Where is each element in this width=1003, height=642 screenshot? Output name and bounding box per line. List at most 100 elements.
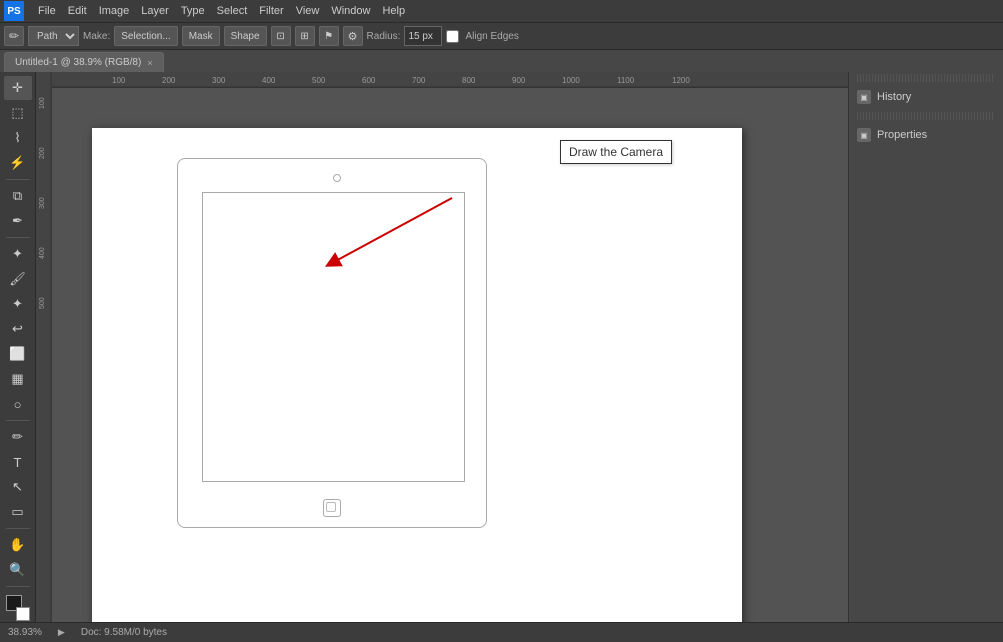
svg-text:200: 200 <box>162 76 176 85</box>
tablet-home-button <box>323 499 341 517</box>
menu-window[interactable]: Window <box>325 3 376 19</box>
status-arrow-btn[interactable]: ▶ <box>58 627 65 638</box>
tool-icon: ✏ <box>4 26 24 46</box>
clone-stamp-tool-btn[interactable]: ✦ <box>4 292 32 316</box>
quick-select-tool-btn[interactable]: ⚡ <box>4 151 32 175</box>
rectangle-shape-tool-btn[interactable]: ▭ <box>4 500 32 524</box>
tool-separator-2 <box>6 237 30 238</box>
options-bar: ✏ Path Make: Selection... Mask Shape ⊡ ⊞… <box>0 22 1003 50</box>
tab-bar: Untitled-1 @ 38.9% (RGB/8) × <box>0 50 1003 72</box>
tool-separator-3 <box>6 420 30 421</box>
right-panel: ▣ History ▣ Properties <box>848 72 1003 622</box>
svg-text:200: 200 <box>39 147 46 159</box>
radius-label: Radius: <box>367 31 401 42</box>
svg-text:300: 300 <box>212 76 226 85</box>
svg-text:600: 600 <box>362 76 376 85</box>
properties-label: Properties <box>877 129 927 141</box>
panel-drag-properties <box>857 112 995 120</box>
document-tab[interactable]: Untitled-1 @ 38.9% (RGB/8) × <box>4 52 164 72</box>
tablet-home-inner <box>326 502 336 512</box>
gear-icon[interactable]: ⚙ <box>343 26 363 46</box>
eyedropper-tool-btn[interactable]: ✒ <box>4 209 32 233</box>
lasso-tool-btn[interactable]: ⌇ <box>4 126 32 150</box>
tab-close-btn[interactable]: × <box>147 58 152 68</box>
status-bar: 38.93% ▶ Doc: 9.58M/0 bytes <box>0 622 1003 642</box>
menu-filter[interactable]: Filter <box>253 3 289 19</box>
tool-separator-4 <box>6 528 30 529</box>
eraser-tool-btn[interactable]: ⬜ <box>4 342 32 366</box>
menu-help[interactable]: Help <box>376 3 411 19</box>
svg-text:800: 800 <box>462 76 476 85</box>
hand-tool-btn[interactable]: ✋ <box>4 533 32 557</box>
svg-text:1000: 1000 <box>562 76 580 85</box>
pen-tool-btn[interactable]: ✏ <box>4 425 32 449</box>
make-selection-btn[interactable]: Selection... <box>114 26 177 46</box>
align-edges-checkbox[interactable] <box>446 30 459 43</box>
ruler-v-svg: 100 200 300 400 500 <box>36 72 52 622</box>
menu-image[interactable]: Image <box>93 3 136 19</box>
menu-file[interactable]: File <box>32 3 62 19</box>
svg-text:400: 400 <box>262 76 276 85</box>
svg-text:700: 700 <box>412 76 426 85</box>
left-toolbar: ✛ ⬚ ⌇ ⚡ ⧉ ✒ ✦ 🖌 ✦ ↩ ⬜ ▦ ○ ✏ T ↖ ▭ ✋ 🔍 <box>0 72 36 622</box>
panel-drag-history <box>857 74 995 82</box>
tablet-camera-hole <box>333 174 341 182</box>
healing-tool-btn[interactable]: ✦ <box>4 242 32 266</box>
menu-view[interactable]: View <box>290 3 326 19</box>
zoom-level: 38.93% <box>8 627 42 638</box>
move-tool-btn[interactable]: ✛ <box>4 76 32 100</box>
callout-box: Draw the Camera <box>560 140 672 164</box>
tool-separator-5 <box>6 586 30 587</box>
callout-text: Draw the Camera <box>569 145 663 159</box>
canvas-container[interactable]: Draw the Camera <box>52 88 848 622</box>
history-icon: ▣ <box>857 90 871 104</box>
history-panel-header[interactable]: ▣ History <box>849 84 1003 110</box>
canvas-area[interactable]: 100 200 300 400 500 600 700 800 900 1000… <box>36 72 848 622</box>
shape-btn[interactable]: Shape <box>224 26 267 46</box>
menu-bar: PS File Edit Image Layer Type Select Fil… <box>0 0 1003 22</box>
rectangle-select-tool-btn[interactable]: ⬚ <box>4 101 32 125</box>
svg-text:100: 100 <box>39 97 46 109</box>
tool-separator-1 <box>6 179 30 180</box>
path-mode-select[interactable]: Path <box>28 26 79 46</box>
menu-select[interactable]: Select <box>211 3 254 19</box>
zoom-tool-btn[interactable]: 🔍 <box>4 558 32 582</box>
properties-icon: ▣ <box>857 128 871 142</box>
crop-tool-btn[interactable]: ⧉ <box>4 184 32 208</box>
type-tool-btn[interactable]: T <box>4 450 32 474</box>
svg-text:300: 300 <box>39 197 46 209</box>
tab-title: Untitled-1 @ 38.9% (RGB/8) <box>15 57 141 68</box>
svg-text:100: 100 <box>112 76 126 85</box>
flag-icon[interactable]: ⚑ <box>319 26 339 46</box>
properties-panel-header[interactable]: ▣ Properties <box>849 122 1003 148</box>
align-edges-label: Align Edges <box>465 31 518 42</box>
logo-text: PS <box>7 6 20 17</box>
menu-layer[interactable]: Layer <box>135 3 175 19</box>
canvas-document[interactable]: Draw the Camera <box>92 128 742 622</box>
svg-text:400: 400 <box>39 247 46 259</box>
mask-btn[interactable]: Mask <box>182 26 220 46</box>
background-color[interactable] <box>16 607 30 621</box>
vertical-ruler: 100 200 300 400 500 <box>36 72 52 622</box>
ps-logo: PS <box>4 1 24 21</box>
gradient-tool-btn[interactable]: ▦ <box>4 367 32 391</box>
menu-edit[interactable]: Edit <box>62 3 93 19</box>
align-icon[interactable]: ⊞ <box>295 26 315 46</box>
brush-tool-btn[interactable]: 🖌 <box>4 267 32 291</box>
history-brush-tool-btn[interactable]: ↩ <box>4 317 32 341</box>
make-label: Make: <box>83 31 110 42</box>
canvas-inner: Draw the Camera <box>52 88 848 622</box>
path-select-tool-btn[interactable]: ↖ <box>4 475 32 499</box>
color-swatches <box>4 595 32 621</box>
transform-icon[interactable]: ⊡ <box>271 26 291 46</box>
doc-info: Doc: 9.58M/0 bytes <box>81 627 167 638</box>
menu-type[interactable]: Type <box>175 3 211 19</box>
ruler-h-svg: 100 200 300 400 500 600 700 800 900 1000… <box>52 72 848 88</box>
svg-text:500: 500 <box>312 76 326 85</box>
history-label: History <box>877 91 911 103</box>
dodge-tool-btn[interactable]: ○ <box>4 392 32 416</box>
svg-text:1200: 1200 <box>672 76 690 85</box>
horizontal-ruler: 100 200 300 400 500 600 700 800 900 1000… <box>52 72 848 88</box>
tablet-screen <box>202 192 465 482</box>
radius-input[interactable] <box>404 26 442 46</box>
